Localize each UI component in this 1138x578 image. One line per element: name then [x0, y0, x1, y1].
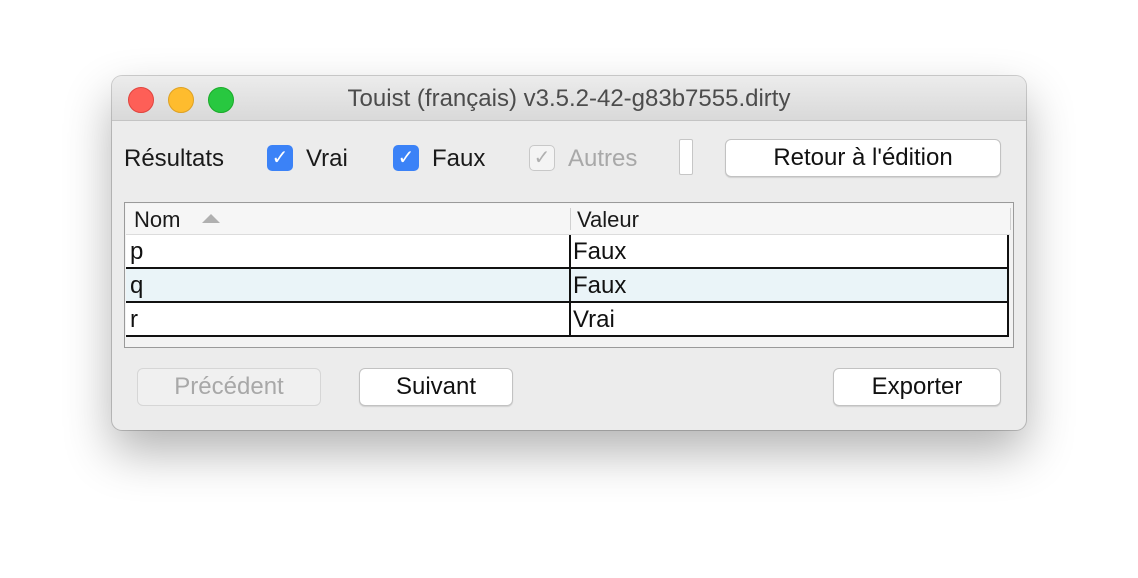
- cell-divider: [569, 303, 571, 335]
- column-divider: [1010, 208, 1011, 230]
- results-label: Résultats: [124, 145, 225, 172]
- table-row[interactable]: p Faux: [126, 235, 1009, 269]
- cell-nom: q: [130, 272, 144, 299]
- cell-divider: [569, 269, 571, 301]
- cell-nom: p: [130, 238, 144, 265]
- cell-valeur: Faux: [573, 272, 627, 299]
- window-title: Touist (français) v3.5.2-42-g83b7555.dir…: [347, 85, 791, 112]
- next-button[interactable]: Suivant: [359, 368, 513, 406]
- empty-field: [679, 139, 693, 175]
- cell-divider: [569, 235, 571, 267]
- results-table: Nom Valeur p Faux q Faux r Vrai: [124, 202, 1014, 348]
- title-bar[interactable]: Touist (français) v3.5.2-42-g83b7555.dir…: [112, 76, 1026, 121]
- faux-checkbox[interactable]: ✓: [393, 145, 419, 171]
- back-to-edit-button[interactable]: Retour à l'édition: [725, 139, 1001, 177]
- app-window: Touist (français) v3.5.2-42-g83b7555.dir…: [112, 76, 1026, 430]
- checkmark-icon: ✓: [271, 147, 289, 169]
- column-header-valeur[interactable]: Valeur: [577, 207, 639, 233]
- table-header: Nom Valeur: [126, 204, 1011, 235]
- checkmark-icon: ✓: [397, 147, 415, 169]
- checkmark-icon: ✓: [533, 147, 551, 169]
- cell-border: [1007, 303, 1009, 335]
- cell-border: [1007, 235, 1009, 267]
- autres-checkbox-label: Autres: [568, 145, 638, 172]
- vrai-checkbox-label[interactable]: Vrai: [306, 145, 348, 173]
- cell-border: [1007, 269, 1009, 301]
- vrai-checkbox[interactable]: ✓: [267, 145, 293, 171]
- table-row[interactable]: q Faux: [126, 269, 1009, 303]
- previous-button: Précédent: [137, 368, 321, 406]
- sort-ascending-icon: [202, 214, 220, 223]
- cell-valeur: Vrai: [573, 306, 615, 333]
- cell-nom: r: [130, 306, 138, 333]
- autres-checkbox: ✓: [529, 145, 555, 171]
- column-divider[interactable]: [570, 208, 571, 230]
- table-row[interactable]: r Vrai: [126, 303, 1009, 337]
- column-header-nom[interactable]: Nom: [134, 207, 180, 233]
- export-button[interactable]: Exporter: [833, 368, 1001, 406]
- cell-valeur: Faux: [573, 238, 627, 265]
- faux-checkbox-label[interactable]: Faux: [432, 145, 485, 173]
